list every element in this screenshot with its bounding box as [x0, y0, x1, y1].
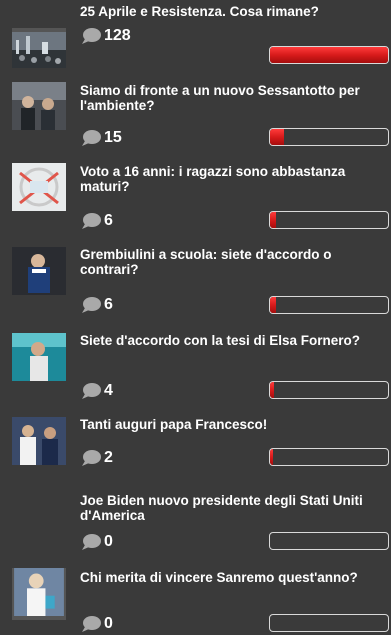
vote-progress-fill — [270, 297, 276, 313]
comment-count-value: 128 — [104, 27, 131, 44]
vote-progress-fill — [270, 449, 273, 465]
comment-bubble-icon — [82, 297, 101, 313]
list-item[interactable]: Joe Biden nuovo presidente degli Stati U… — [0, 489, 391, 557]
pope-photo-icon — [12, 417, 66, 465]
comment-bubble-icon — [82, 534, 101, 550]
protest-photo-thumbnail[interactable] — [12, 82, 66, 130]
singer-photo-icon — [14, 568, 64, 616]
vote-progress-fill — [270, 129, 284, 145]
vote-progress-bar — [269, 296, 389, 314]
poll-list: 25 Aprile e Resistenza. Cosa rimane? 128… — [0, 0, 391, 635]
vote-progress-fill — [270, 212, 276, 228]
list-item[interactable]: 25 Aprile e Resistenza. Cosa rimane? 128 — [0, 0, 391, 76]
comment-count: 15 — [80, 128, 122, 148]
vote-progress-bar — [269, 128, 389, 146]
comment-bubble-icon — [82, 383, 101, 399]
list-item[interactable]: Chi merita di vincere Sanremo quest'anno… — [0, 566, 391, 635]
vote-progress-fill — [270, 47, 388, 63]
comment-count-value: 6 — [104, 212, 113, 229]
speaker-photo-thumbnail[interactable] — [12, 333, 66, 381]
vote-progress-fill — [270, 382, 274, 398]
comment-count: 2 — [80, 448, 113, 468]
list-item[interactable]: Grembiulini a scuola: siete d'accordo o … — [0, 241, 391, 317]
singer-photo-thumbnail[interactable] — [12, 568, 66, 620]
comment-count: 4 — [80, 381, 113, 401]
comment-count-value: 0 — [104, 615, 113, 632]
comment-count: 6 — [80, 295, 113, 315]
comment-count-value: 2 — [104, 449, 113, 466]
list-item[interactable]: Siete d'accordo con la tesi di Elsa Forn… — [0, 327, 391, 403]
poll-title[interactable]: Joe Biden nuovo presidente degli Stati U… — [80, 493, 391, 523]
poll-title[interactable]: Voto a 16 anni: i ragazzi sono abbastanz… — [80, 164, 391, 194]
comment-count-value: 15 — [104, 129, 122, 146]
comment-count: 0 — [80, 614, 113, 634]
comment-count: 128 — [80, 26, 131, 46]
speaker-photo-icon — [12, 333, 66, 381]
comment-count: 6 — [80, 211, 113, 231]
vote-progress-bar — [269, 448, 389, 466]
comment-count-value: 4 — [104, 382, 113, 399]
pope-photo-thumbnail[interactable] — [12, 417, 66, 465]
crowd-photo-thumbnail[interactable] — [12, 28, 66, 68]
list-item[interactable]: Voto a 16 anni: i ragazzi sono abbastanz… — [0, 159, 391, 235]
comment-count: 0 — [80, 532, 113, 552]
vote-progress-bar — [269, 614, 389, 632]
ballot-photo-thumbnail[interactable] — [12, 163, 66, 211]
child-photo-thumbnail[interactable] — [12, 247, 66, 295]
poll-title[interactable]: Siete d'accordo con la tesi di Elsa Forn… — [80, 333, 391, 348]
comment-count-value: 0 — [104, 533, 113, 550]
protest-photo-icon — [12, 82, 66, 130]
crowd-photo-icon — [12, 32, 66, 68]
child-photo-icon — [12, 247, 66, 295]
poll-title[interactable]: Chi merita di vincere Sanremo quest'anno… — [80, 570, 391, 585]
vote-progress-bar — [269, 532, 389, 550]
ballot-photo-icon — [12, 163, 66, 211]
poll-title[interactable]: Tanti auguri papa Francesco! — [80, 417, 391, 432]
list-item[interactable]: Tanti auguri papa Francesco! 2 — [0, 413, 391, 479]
poll-title[interactable]: 25 Aprile e Resistenza. Cosa rimane? — [80, 4, 391, 19]
vote-progress-bar — [269, 211, 389, 229]
comment-bubble-icon — [82, 213, 101, 229]
comment-bubble-icon — [82, 130, 101, 146]
comment-bubble-icon — [82, 450, 101, 466]
comment-bubble-icon — [82, 616, 101, 632]
vote-progress-bar — [269, 381, 389, 399]
poll-title[interactable]: Grembiulini a scuola: siete d'accordo o … — [80, 247, 391, 277]
comment-bubble-icon — [82, 28, 101, 44]
list-item[interactable]: Siamo di fronte a un nuovo Sessantotto p… — [0, 78, 391, 154]
vote-progress-bar — [269, 46, 389, 64]
poll-title[interactable]: Siamo di fronte a un nuovo Sessantotto p… — [80, 83, 391, 113]
comment-count-value: 6 — [104, 296, 113, 313]
